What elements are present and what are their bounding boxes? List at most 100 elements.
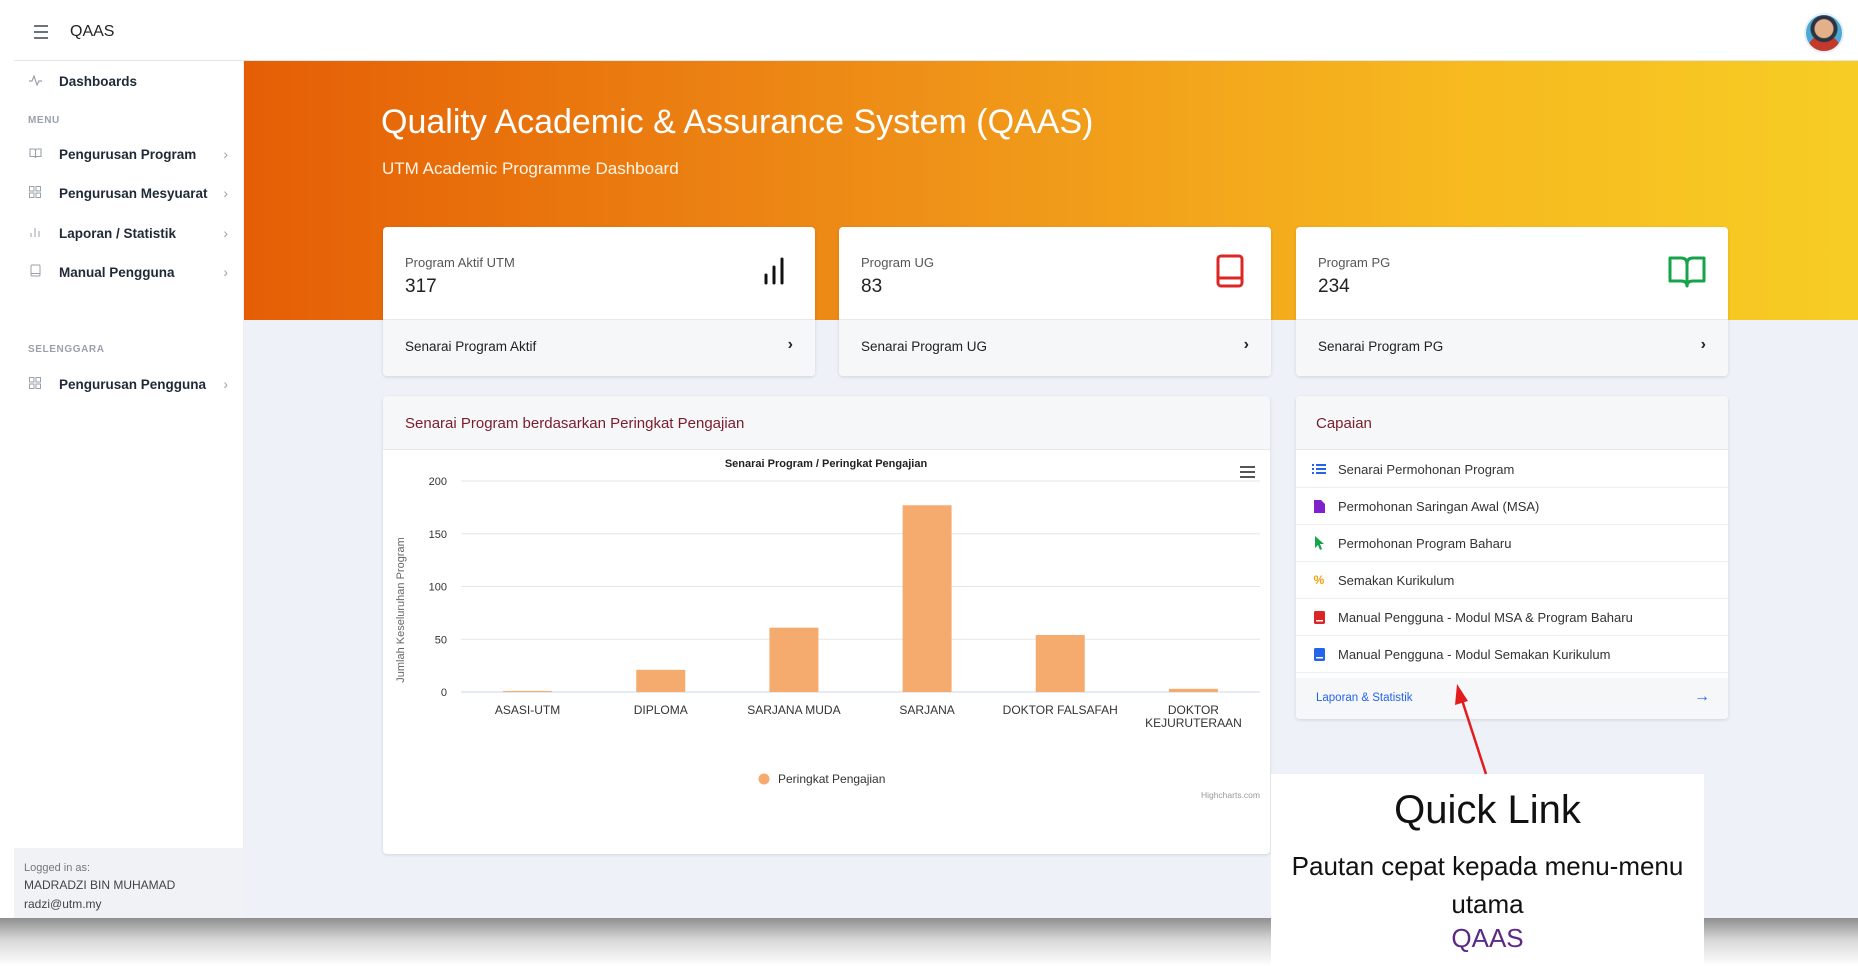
pointer-icon (1312, 536, 1326, 550)
app-title: QAAS (70, 23, 115, 40)
x-tick-label: KEJURUTERAAN (1145, 716, 1242, 730)
signal-bars-icon (759, 253, 789, 289)
sidebar-item-label: Manual Pengguna (59, 264, 175, 280)
book-icon (1312, 610, 1326, 624)
y-tick-label: 200 (429, 476, 447, 488)
chevron-right-icon: › (223, 146, 228, 162)
x-tick-label: SARJANA MUDA (747, 703, 840, 717)
laporan-statistik-label: Laporan & Statistik (1316, 692, 1413, 704)
book-open-icon (28, 147, 42, 162)
sidebar-user-info: Logged in as: MADRADZI BIN MUHAMAD radzi… (14, 848, 244, 918)
x-tick-label: DOKTOR (1168, 703, 1219, 717)
x-tick-label: ASASI-UTM (495, 703, 560, 717)
bar-sarjana-muda[interactable] (769, 627, 819, 692)
quick-links-title: Capaian (1316, 415, 1372, 432)
stat-value: 234 (1318, 276, 1350, 297)
chevron-right-icon: › (1700, 336, 1706, 353)
annotation-callout: Quick Link Pautan cepat kepada menu-menu… (1271, 774, 1704, 966)
stat-link-label: Senarai Program UG (861, 339, 988, 354)
hamburger-menu-icon[interactable] (34, 25, 48, 39)
book-open-icon (1668, 253, 1706, 289)
stat-label: Program UG (861, 255, 934, 270)
y-tick-label: 100 (429, 582, 447, 594)
stat-link-senarai-program-pg[interactable]: Senarai Program PG › (1296, 319, 1728, 376)
book-icon (1215, 253, 1245, 289)
quick-link-label: Permohonan Saringan Awal (MSA) (1338, 498, 1540, 514)
quick-link-saringan-awal[interactable]: Permohonan Saringan Awal (MSA) (1296, 488, 1728, 525)
chart-legend[interactable]: Peringkat Pengajian (758, 772, 886, 786)
stat-card-program-ug: Program UG 83 Senarai Program UG › (839, 227, 1271, 376)
y-axis-label: Jumlah Keseluruhan Program (395, 537, 407, 683)
list-icon (1312, 462, 1326, 476)
legend-label: Peringkat Pengajian (778, 772, 885, 786)
sidebar-item-pengurusan-program[interactable]: Pengurusan Program › (14, 137, 244, 171)
page-title: Quality Academic & Assurance System (QAA… (381, 103, 1094, 141)
stat-card-program-pg: Program PG 234 Senarai Program PG › (1296, 227, 1728, 376)
y-tick-label: 0 (441, 687, 447, 699)
chart-card-header: Senarai Program berdasarkan Peringkat Pe… (383, 396, 1270, 450)
annotation-qaas: QAAS (1451, 923, 1524, 953)
chevron-right-icon: › (223, 225, 228, 241)
user-email: radzi@utm.my (24, 897, 102, 911)
quick-link-manual-kurikulum[interactable]: Manual Pengguna - Modul Semakan Kurikulu… (1296, 636, 1728, 673)
quick-link-manual-msa[interactable]: Manual Pengguna - Modul MSA & Program Ba… (1296, 599, 1728, 636)
chart-menu-icon[interactable] (1240, 466, 1255, 478)
top-bar: QAAS (14, 6, 1858, 61)
sidebar-item-label: Pengurusan Pengguna (59, 376, 207, 392)
sidebar-item-pengurusan-mesyuarat[interactable]: Pengurusan Mesyuarat › (14, 176, 244, 210)
stat-value: 317 (405, 276, 437, 297)
y-tick-label: 50 (435, 634, 447, 646)
quick-links-header: Capaian (1296, 396, 1728, 450)
annotation-title: Quick Link (1394, 788, 1581, 832)
sidebar-item-pengurusan-pengguna[interactable]: Pengurusan Pengguna › (14, 367, 244, 401)
stat-card-program-aktif: Program Aktif UTM 317 Senarai Program Ak… (383, 227, 815, 376)
chart-card-title: Senarai Program berdasarkan Peringkat Pe… (405, 415, 745, 432)
sidebar-section-menu: MENU (28, 115, 60, 126)
stat-label: Program PG (1318, 255, 1391, 270)
file-icon (1312, 499, 1326, 513)
stat-link-senarai-program-ug[interactable]: Senarai Program UG › (839, 319, 1271, 376)
logged-in-label: Logged in as: (24, 862, 91, 874)
stat-label: Program Aktif UTM (405, 255, 515, 270)
legend-marker (758, 773, 770, 785)
grid-icon (28, 185, 42, 201)
quick-link-label: Manual Pengguna - Modul Semakan Kurikulu… (1338, 646, 1611, 662)
chart-credit[interactable]: Highcharts.com (1201, 790, 1260, 800)
page-subtitle: UTM Academic Programme Dashboard (382, 159, 679, 178)
quick-link-label: Permohonan Program Baharu (1338, 535, 1512, 551)
sidebar-item-manual-pengguna[interactable]: Manual Pengguna › (14, 255, 244, 289)
quick-link-semakan-kurikulum[interactable]: % Semakan Kurikulum (1296, 562, 1728, 599)
quick-link-program-baharu[interactable]: Permohonan Program Baharu (1296, 525, 1728, 562)
user-avatar[interactable] (1804, 13, 1844, 53)
chevron-right-icon: › (1243, 336, 1249, 353)
chevron-right-icon: › (223, 376, 228, 392)
sidebar-item-label: Laporan / Statistik (59, 225, 177, 241)
chart-card: Senarai Program berdasarkan Peringkat Pe… (383, 396, 1270, 854)
quick-link-senarai-permohonan[interactable]: Senarai Permohonan Program (1296, 451, 1728, 488)
chevron-right-icon: › (223, 185, 228, 201)
bar-sarjana[interactable] (902, 505, 952, 692)
arrow-right-icon: → (1694, 688, 1710, 705)
stat-link-label: Senarai Program PG (1318, 339, 1444, 354)
bar-asasi-utm[interactable] (503, 690, 553, 692)
chevron-right-icon: › (787, 336, 793, 353)
x-tick-label: DIPLOMA (634, 703, 688, 717)
quick-link-label: Manual Pengguna - Modul MSA & Program Ba… (1338, 609, 1633, 625)
book-icon (28, 264, 42, 280)
sidebar-item-dashboards[interactable]: Dashboards (14, 64, 244, 98)
user-name: MADRADZI BIN MUHAMAD (24, 878, 176, 892)
laporan-statistik-link[interactable]: Laporan & Statistik → (1296, 678, 1728, 719)
sidebar-item-label: Pengurusan Program (59, 146, 197, 162)
grid-icon (28, 376, 42, 392)
stat-link-senarai-program-aktif[interactable]: Senarai Program Aktif › (383, 319, 815, 376)
chart-title: Senarai Program / Peringkat Pengajian (725, 458, 928, 470)
bar-doktor-kejuruteraan[interactable] (1168, 688, 1218, 692)
stat-link-label: Senarai Program Aktif (405, 339, 537, 354)
bar-diploma[interactable] (636, 669, 686, 692)
sidebar-item-laporan-statistik[interactable]: Laporan / Statistik › (14, 216, 244, 250)
book-icon (1312, 647, 1326, 661)
stat-value: 83 (861, 276, 883, 297)
quick-link-label: Semakan Kurikulum (1338, 572, 1455, 588)
percent-icon: % (1313, 573, 1325, 587)
bar-doktor-falsafah[interactable] (1035, 635, 1085, 692)
